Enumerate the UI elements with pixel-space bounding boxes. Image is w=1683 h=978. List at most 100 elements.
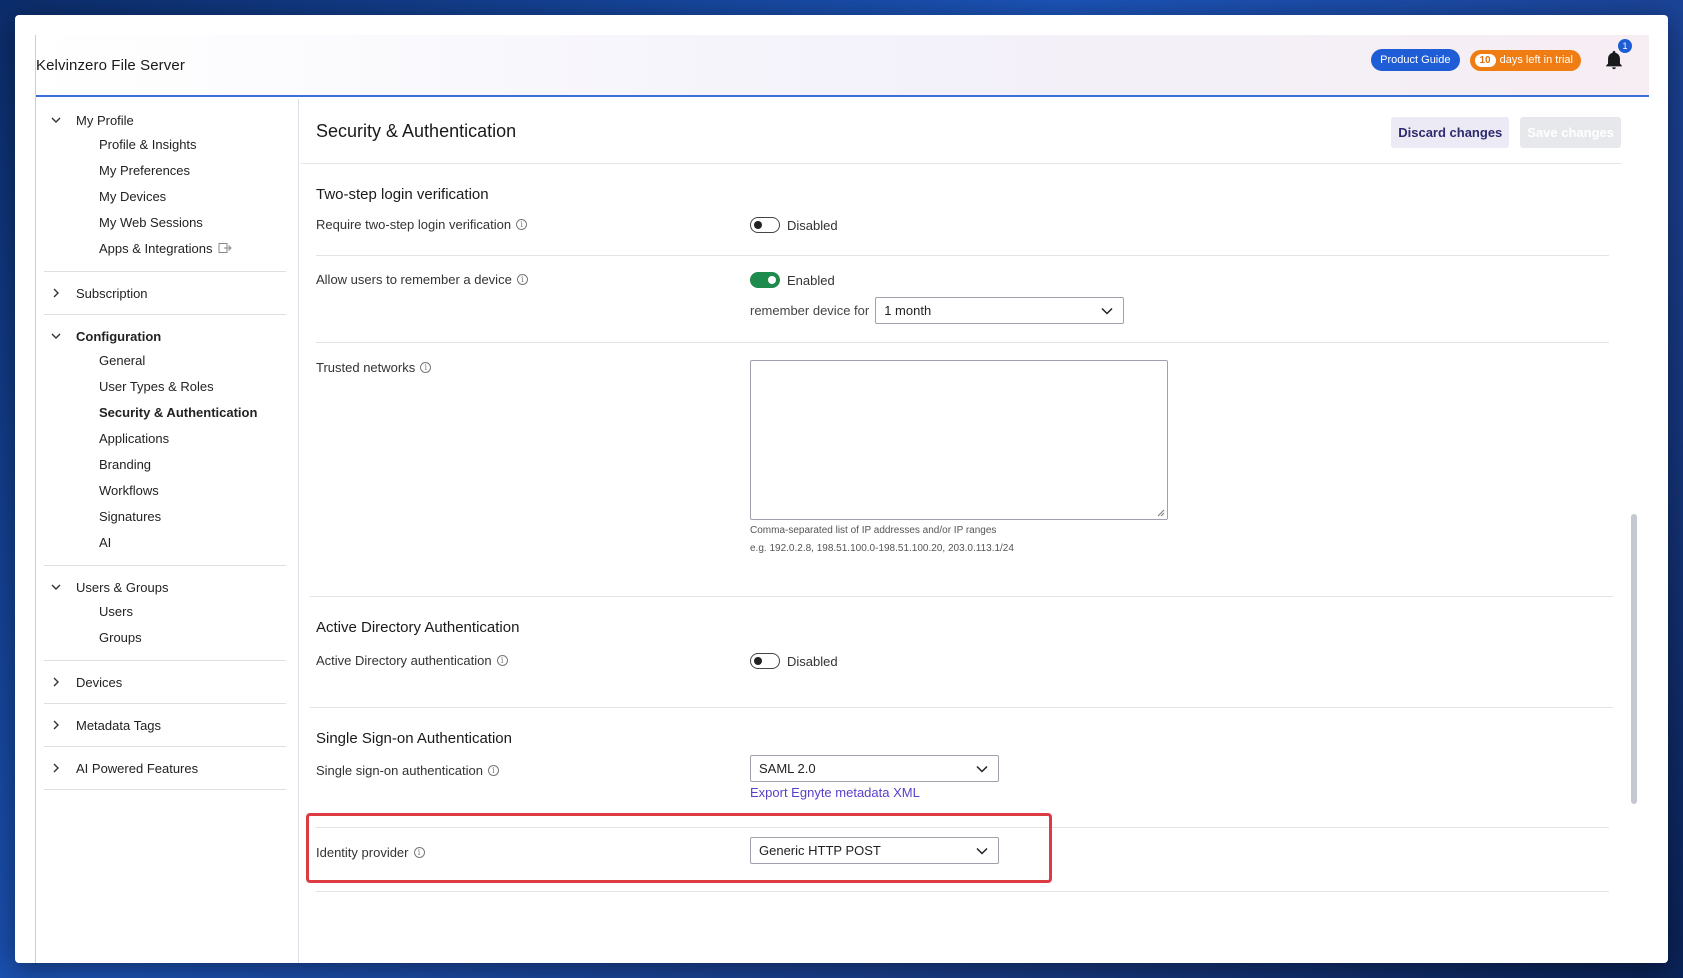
remember-for-group: remember device for 1 month [750,297,1125,324]
resize-handle-icon [1157,509,1165,517]
top-bar-actions: Product Guide 10 days left in trial 1 [1371,39,1632,71]
nav-head-users-groups[interactable]: Users & Groups [44,576,286,598]
remember-for-label: remember device for [750,303,870,318]
nav-group-subscription: Subscription [44,272,286,315]
trusted-networks-example: e.g. 192.0.2.8, 198.51.100.0-198.51.100.… [750,543,1014,554]
discard-changes-button[interactable]: Discard changes [1391,117,1510,148]
nav-item-my-web-sessions[interactable]: My Web Sessions [44,209,286,235]
save-changes-button[interactable]: Save changes [1520,117,1621,148]
info-icon[interactable]: i [516,274,528,285]
external-link-icon [218,243,233,253]
nav-item-security-authentication[interactable]: Security & Authentication [44,399,286,425]
nav-item-user-types-roles[interactable]: User Types & Roles [44,373,286,399]
notification-count-badge: 1 [1618,39,1632,53]
nav-head-devices[interactable]: Devices [44,671,286,693]
nav-item-groups[interactable]: Groups [44,624,286,650]
select-value: 1 month [884,303,932,318]
chevron-down-icon [44,114,68,126]
section-title-two-step: Two-step login verification [316,186,489,203]
trial-text: days left in trial [1499,54,1573,66]
trusted-networks-textarea[interactable] [750,360,1168,520]
trusted-networks-hint: Comma-separated list of IP addresses and… [750,525,997,536]
nav-head-my-profile[interactable]: My Profile [44,109,286,131]
remember-duration-select[interactable]: 1 month [875,297,1125,324]
nav-item-my-preferences[interactable]: My Preferences [44,157,286,183]
toggle-state-label: Enabled [787,272,835,288]
app-window: Kelvinzero File Server Product Guide 10 … [15,15,1668,963]
row-active-directory: Active Directory authentication i Disabl… [300,653,1649,707]
nav-head-label: My Profile [76,112,134,128]
nav-head-subscription[interactable]: Subscription [44,282,286,304]
chevron-right-icon [44,762,68,774]
chevron-down-icon [44,581,68,593]
nav-group-my-profile: My Profile Profile & Insights My Prefere… [44,99,286,272]
row-label: Active Directory authentication i [316,653,1649,668]
divider [316,891,1609,892]
nav-head-label: Configuration [76,328,162,344]
nav-head-label: Metadata Tags [76,717,162,733]
row-trusted-networks: Trusted networks i Comma-separated list … [300,360,1649,596]
nav-group-ai-powered-features: AI Powered Features [44,747,286,790]
trial-days-count: 10 [1474,53,1496,67]
select-value: SAML 2.0 [759,761,816,776]
active-directory-label: Active Directory authentication [316,653,492,668]
row-label: Allow users to remember a device i [316,272,1649,287]
nav-head-label: Devices [76,674,123,690]
require-two-step-toggle[interactable] [750,217,780,233]
nav-item-signatures[interactable]: Signatures [44,503,286,529]
toggle-state-label: Disabled [787,217,838,233]
sidebar: My Profile Profile & Insights My Prefere… [36,99,299,963]
nav-item-label: Apps & Integrations [99,240,213,256]
trusted-networks-label: Trusted networks [316,360,416,375]
nav-item-profile-insights[interactable]: Profile & Insights [44,131,286,157]
section-title-sso: Single Sign-on Authentication [316,730,512,747]
app-title: Kelvinzero File Server [36,56,185,74]
info-icon[interactable]: i [496,655,508,666]
page-actions: Discard changes Save changes [1391,117,1621,148]
nav-item-my-devices[interactable]: My Devices [44,183,286,209]
info-icon[interactable]: i [420,362,432,373]
row-require-two-step: Require two-step login verification i Di… [300,217,1649,255]
sso-method-select[interactable]: SAML 2.0 [750,755,999,782]
nav-head-ai-powered-features[interactable]: AI Powered Features [44,757,286,779]
remember-device-toggle-group: Enabled [750,272,835,288]
main-content: Security & Authentication Discard change… [300,99,1649,963]
active-directory-toggle[interactable] [750,653,780,669]
chevron-down-icon [44,330,68,342]
nav-item-general[interactable]: General [44,347,286,373]
nav-head-label: Users & Groups [76,579,169,595]
trusted-networks-group: Comma-separated list of IP addresses and… [750,360,1168,554]
chevron-right-icon [44,287,68,299]
sso-label: Single sign-on authentication [316,763,483,778]
nav-item-applications[interactable]: Applications [44,425,286,451]
nav-group-users-groups: Users & Groups Users Groups [44,566,286,661]
nav-item-ai[interactable]: AI [44,529,286,555]
nav-group-configuration: Configuration General User Types & Roles… [44,315,286,566]
product-guide-button[interactable]: Product Guide [1371,49,1460,71]
chevron-down-icon [1101,307,1113,315]
info-icon[interactable]: i [487,765,499,776]
export-metadata-link[interactable]: Export Egnyte metadata XML [750,785,999,800]
chevron-right-icon [44,719,68,731]
nav-item-workflows[interactable]: Workflows [44,477,286,503]
nav-head-metadata-tags[interactable]: Metadata Tags [44,714,286,736]
toggle-knob [754,657,762,665]
highlight-annotation-box [306,813,1052,883]
row-label: Require two-step login verification i [316,217,1649,232]
trial-badge[interactable]: 10 days left in trial [1469,49,1581,71]
nav-item-apps-integrations[interactable]: Apps & Integrations [44,235,286,261]
nav-head-label: Subscription [76,285,148,301]
remember-device-toggle[interactable] [750,272,780,288]
nav-item-users[interactable]: Users [44,598,286,624]
info-icon[interactable]: i [516,219,528,230]
section-title-active-directory: Active Directory Authentication [316,619,520,636]
notifications-button[interactable]: 1 [1603,39,1632,71]
nav-item-branding[interactable]: Branding [44,451,286,477]
page-title: Security & Authentication [316,120,517,141]
require-two-step-label: Require two-step login verification [316,217,512,232]
nav-head-configuration[interactable]: Configuration [44,325,286,347]
chevron-down-icon [976,765,988,773]
active-directory-toggle-group: Disabled [750,653,838,669]
toggle-knob [754,221,762,229]
require-two-step-toggle-group: Disabled [750,217,838,233]
